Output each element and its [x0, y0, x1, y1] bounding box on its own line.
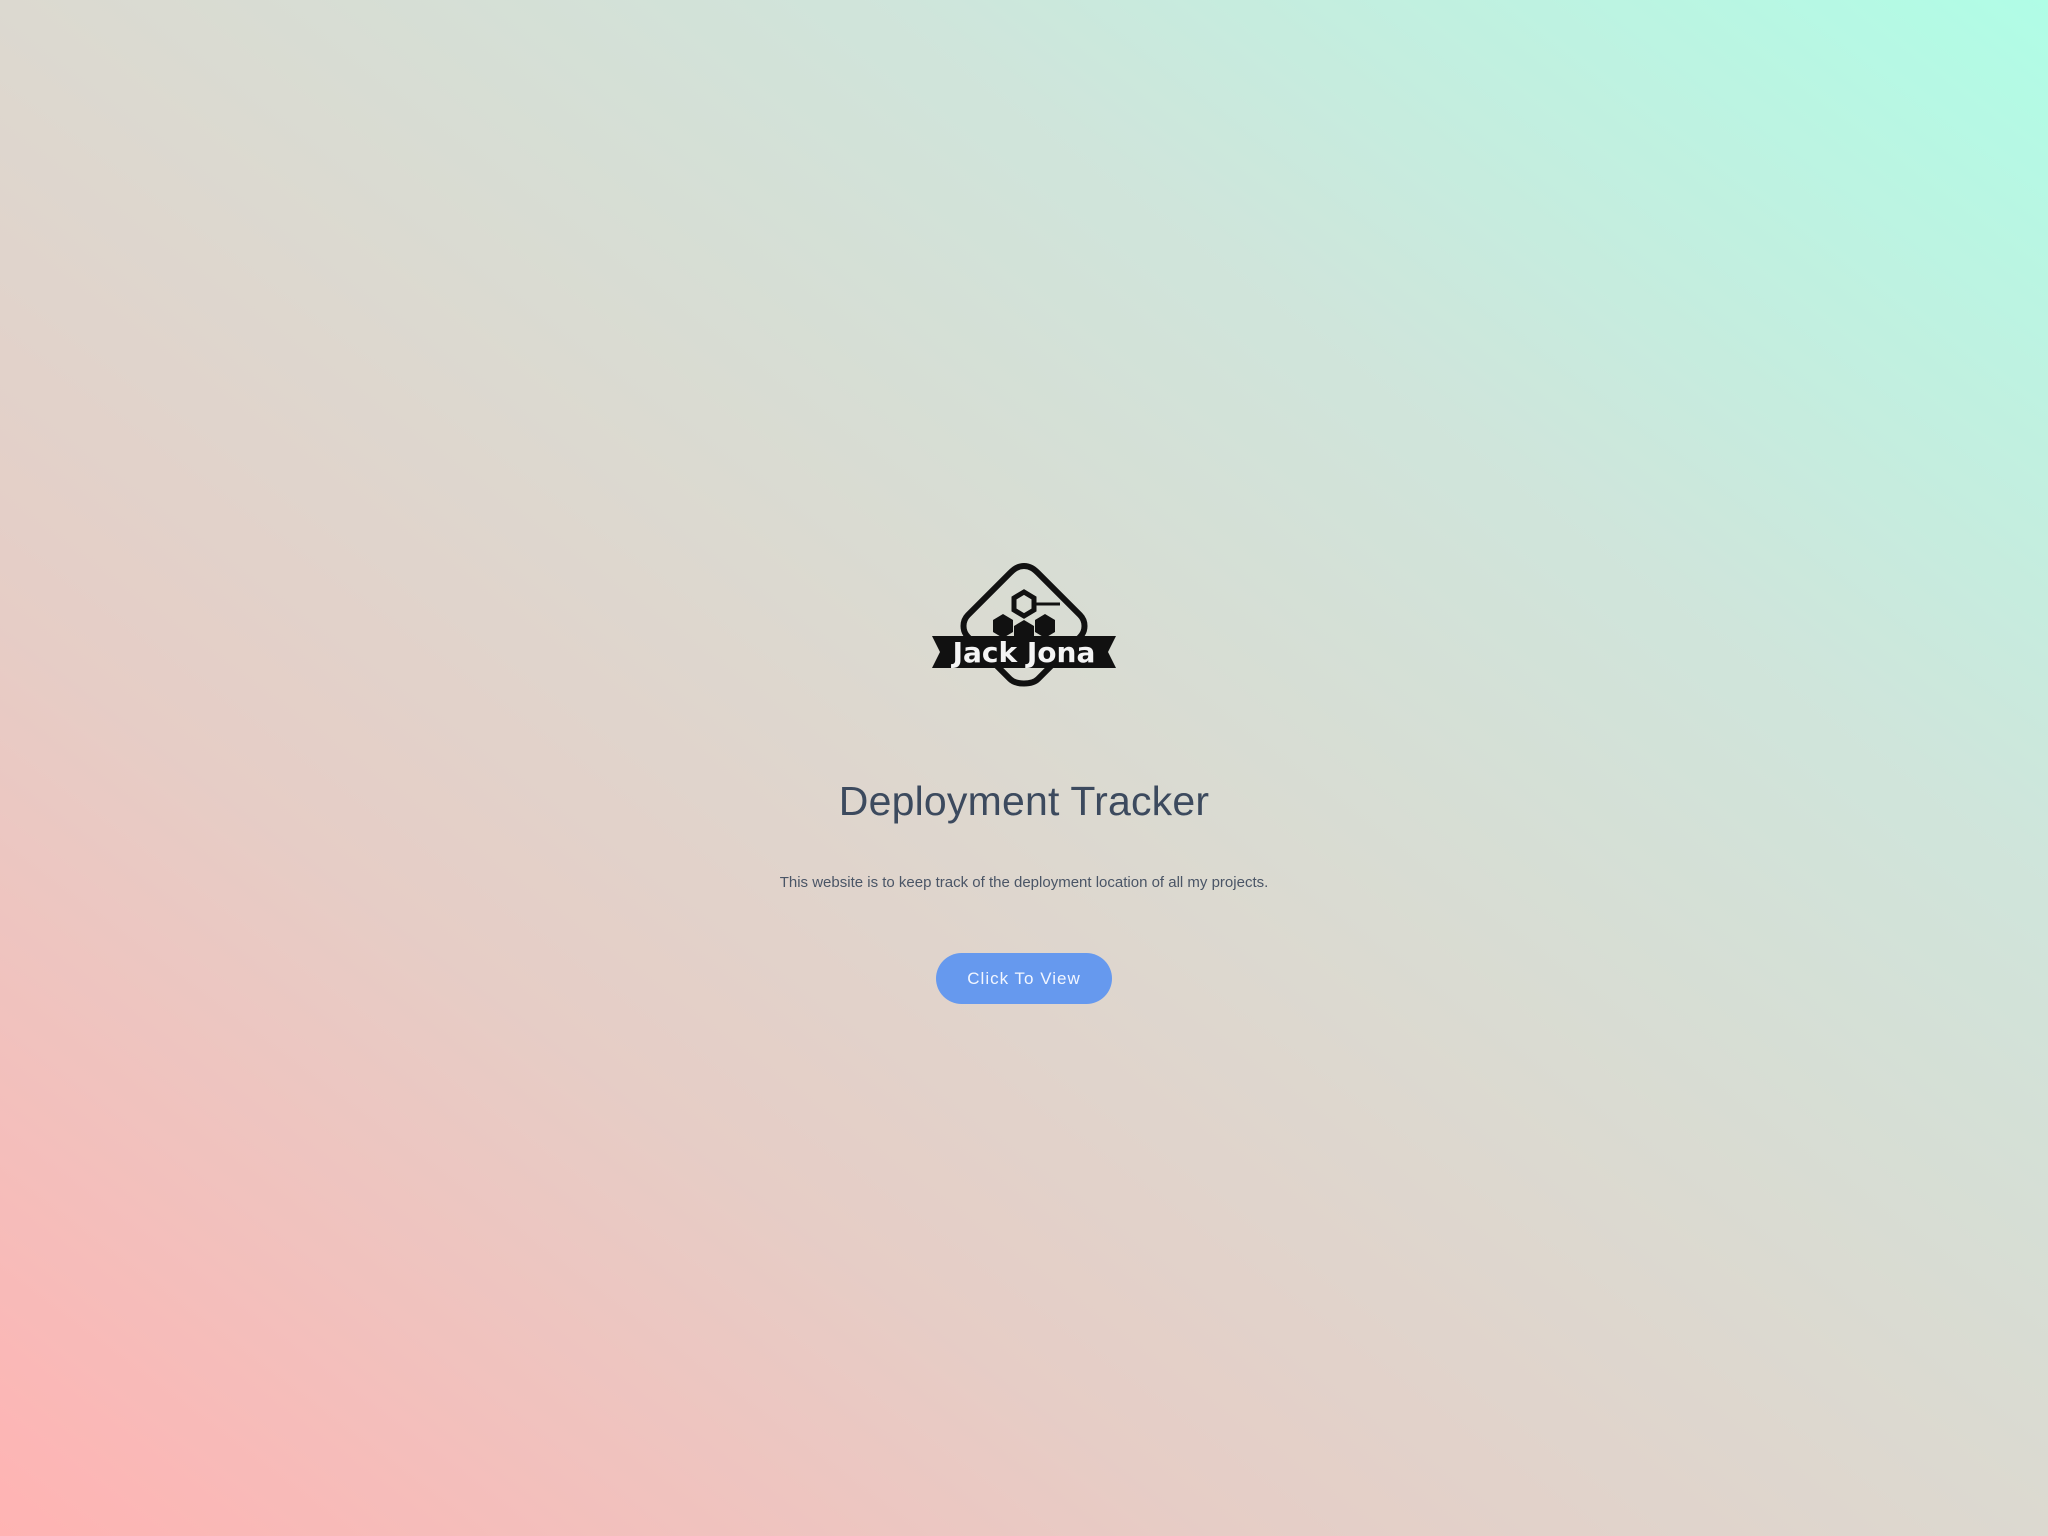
page-title: Deployment Tracker — [838, 778, 1210, 824]
svg-text:Jack Jona: Jack Jona — [951, 636, 1096, 669]
hero-section: Jack Jona Deployment Tracker This websit… — [0, 0, 2048, 1536]
hexagon-badge-icon: Jack Jona — [932, 562, 1116, 687]
jack-jona-logo: Jack Jona — [930, 562, 1118, 698]
page-description: This website is to keep track of the dep… — [779, 874, 1269, 891]
click-to-view-button[interactable]: Click To View — [936, 953, 1112, 1004]
